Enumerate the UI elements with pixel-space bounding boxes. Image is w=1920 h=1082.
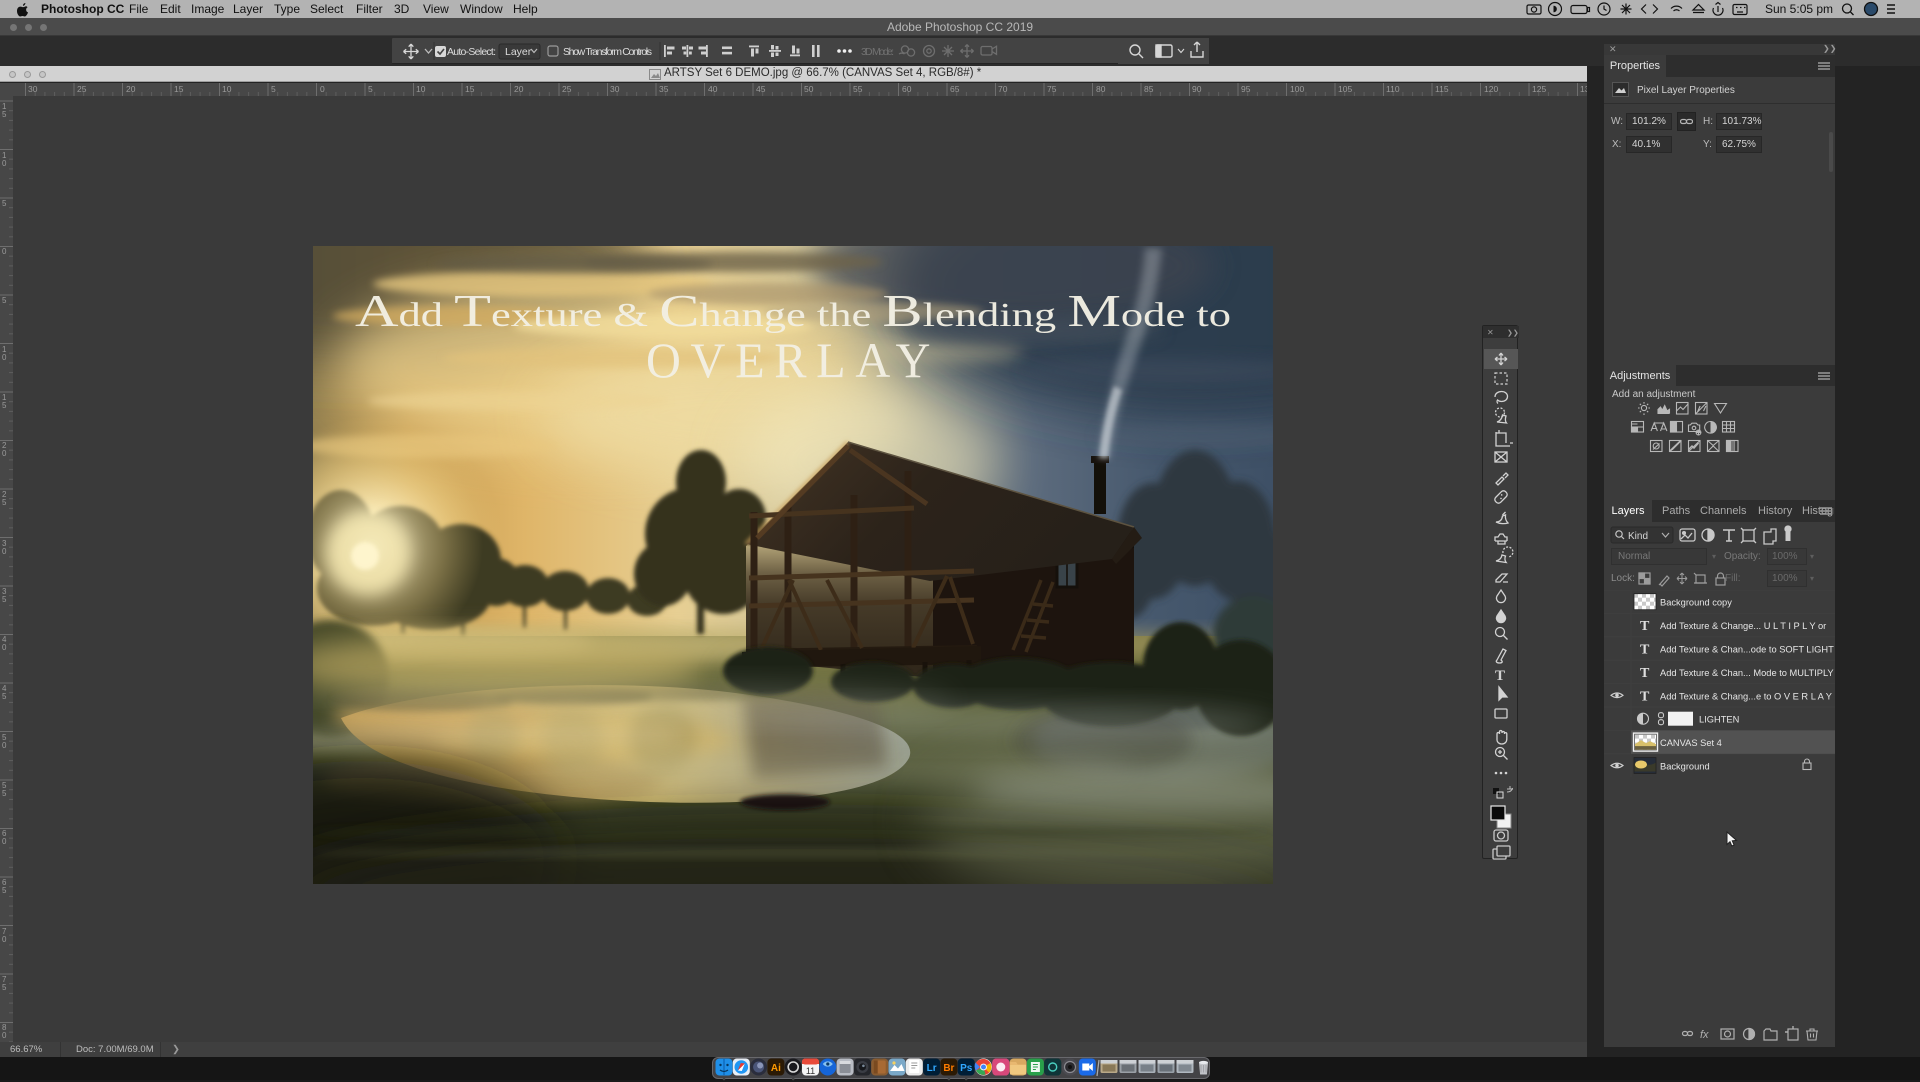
svg-text:5: 5 bbox=[2, 110, 7, 119]
svg-text:0: 0 bbox=[2, 449, 7, 458]
svg-text:30: 30 bbox=[610, 84, 620, 94]
svg-text:5: 5 bbox=[2, 692, 7, 701]
svg-text:10: 10 bbox=[416, 84, 426, 94]
svg-text:80: 80 bbox=[1096, 84, 1106, 94]
svg-text:3D Mode:: 3D Mode: bbox=[861, 46, 894, 58]
svg-text:120: 120 bbox=[1484, 84, 1498, 94]
svg-text:0: 0 bbox=[2, 547, 7, 556]
svg-text:5: 5 bbox=[2, 401, 7, 410]
svg-text:Add Texture & Chan... Mode to: Add Texture & Chan... Mode to MULTIPLY bbox=[1660, 668, 1834, 678]
svg-text:25: 25 bbox=[77, 84, 87, 94]
svg-text:0: 0 bbox=[2, 159, 7, 168]
svg-text:20: 20 bbox=[514, 84, 524, 94]
svg-text:5: 5 bbox=[2, 789, 7, 798]
svg-text:10: 10 bbox=[222, 84, 232, 94]
svg-text:60: 60 bbox=[902, 84, 912, 94]
svg-text:Br: Br bbox=[943, 1063, 954, 1074]
svg-text:0: 0 bbox=[2, 837, 7, 846]
svg-text:11: 11 bbox=[806, 1066, 815, 1076]
svg-text:75: 75 bbox=[1047, 84, 1057, 94]
svg-text:Auto-Select:: Auto-Select: bbox=[447, 46, 496, 58]
svg-text:Background copy: Background copy bbox=[1660, 598, 1732, 608]
svg-text:0: 0 bbox=[2, 1031, 7, 1040]
svg-text:0: 0 bbox=[2, 935, 7, 944]
svg-text:35: 35 bbox=[659, 84, 669, 94]
svg-text:Ps: Ps bbox=[960, 1063, 973, 1074]
svg-text:0: 0 bbox=[2, 643, 7, 652]
svg-text:CANVAS Set 4: CANVAS Set 4 bbox=[1660, 738, 1722, 748]
svg-text:5: 5 bbox=[2, 498, 7, 507]
svg-text:Add Texture & Chan...ode to SO: Add Texture & Chan...ode to SOFT LIGHT bbox=[1660, 645, 1834, 655]
svg-text:0: 0 bbox=[2, 247, 7, 256]
svg-text:T: T bbox=[1495, 668, 1505, 684]
svg-text:5: 5 bbox=[2, 983, 7, 992]
svg-text:125: 125 bbox=[1532, 84, 1546, 94]
svg-text:25: 25 bbox=[562, 84, 572, 94]
svg-text:Background: Background bbox=[1660, 762, 1710, 772]
svg-text:fx: fx bbox=[1700, 1029, 1709, 1041]
svg-text:100: 100 bbox=[1290, 84, 1304, 94]
svg-text:5: 5 bbox=[2, 595, 7, 604]
svg-text:20: 20 bbox=[126, 84, 136, 94]
svg-text:40: 40 bbox=[708, 84, 718, 94]
svg-text:30: 30 bbox=[28, 84, 38, 94]
svg-text:0: 0 bbox=[320, 84, 325, 94]
svg-text:T: T bbox=[1640, 643, 1650, 658]
svg-text:50: 50 bbox=[804, 84, 814, 94]
svg-text:T: T bbox=[1640, 619, 1650, 634]
svg-text:✕: ✕ bbox=[1487, 328, 1494, 337]
svg-text:45: 45 bbox=[756, 84, 766, 94]
svg-text:0: 0 bbox=[2, 353, 7, 362]
svg-text:110: 110 bbox=[1386, 84, 1400, 94]
svg-text:Ai: Ai bbox=[771, 1063, 781, 1074]
svg-text:Add Texture & Chang...e to O V: Add Texture & Chang...e to O V E R L A Y bbox=[1660, 691, 1832, 701]
svg-text:55: 55 bbox=[853, 84, 863, 94]
svg-text:105: 105 bbox=[1338, 84, 1352, 94]
svg-text:Kind: Kind bbox=[1628, 531, 1648, 542]
svg-text:5: 5 bbox=[271, 84, 276, 94]
svg-text:Show Transform Controls: Show Transform Controls bbox=[563, 46, 652, 58]
svg-text:LIGHTEN: LIGHTEN bbox=[1699, 715, 1739, 725]
svg-text:115: 115 bbox=[1435, 84, 1449, 94]
svg-text:95: 95 bbox=[1241, 84, 1251, 94]
svg-text:Add Texture & Change... U L T: Add Texture & Change... U L T I P L Y or bbox=[1660, 621, 1826, 631]
svg-text:Lr: Lr bbox=[927, 1063, 937, 1074]
svg-text:15: 15 bbox=[465, 84, 475, 94]
svg-text:T: T bbox=[1640, 666, 1650, 681]
svg-text:130: 130 bbox=[1580, 84, 1587, 94]
svg-text:65: 65 bbox=[950, 84, 960, 94]
svg-text:70: 70 bbox=[998, 84, 1008, 94]
svg-text:Layer: Layer bbox=[505, 46, 532, 58]
svg-text:90: 90 bbox=[1192, 84, 1202, 94]
svg-text:85: 85 bbox=[1144, 84, 1154, 94]
svg-text:5: 5 bbox=[2, 296, 7, 305]
svg-text:OVERLAY: OVERLAY bbox=[646, 332, 940, 388]
svg-text:T: T bbox=[1640, 689, 1650, 704]
svg-text:Sun 5:05 pm: Sun 5:05 pm bbox=[1765, 2, 1833, 16]
svg-text:5: 5 bbox=[2, 886, 7, 895]
svg-text:5: 5 bbox=[2, 199, 7, 208]
svg-text:15: 15 bbox=[174, 84, 184, 94]
svg-text:❯❯: ❯❯ bbox=[1507, 329, 1519, 337]
svg-text:0: 0 bbox=[2, 741, 7, 750]
svg-text:5: 5 bbox=[368, 84, 373, 94]
